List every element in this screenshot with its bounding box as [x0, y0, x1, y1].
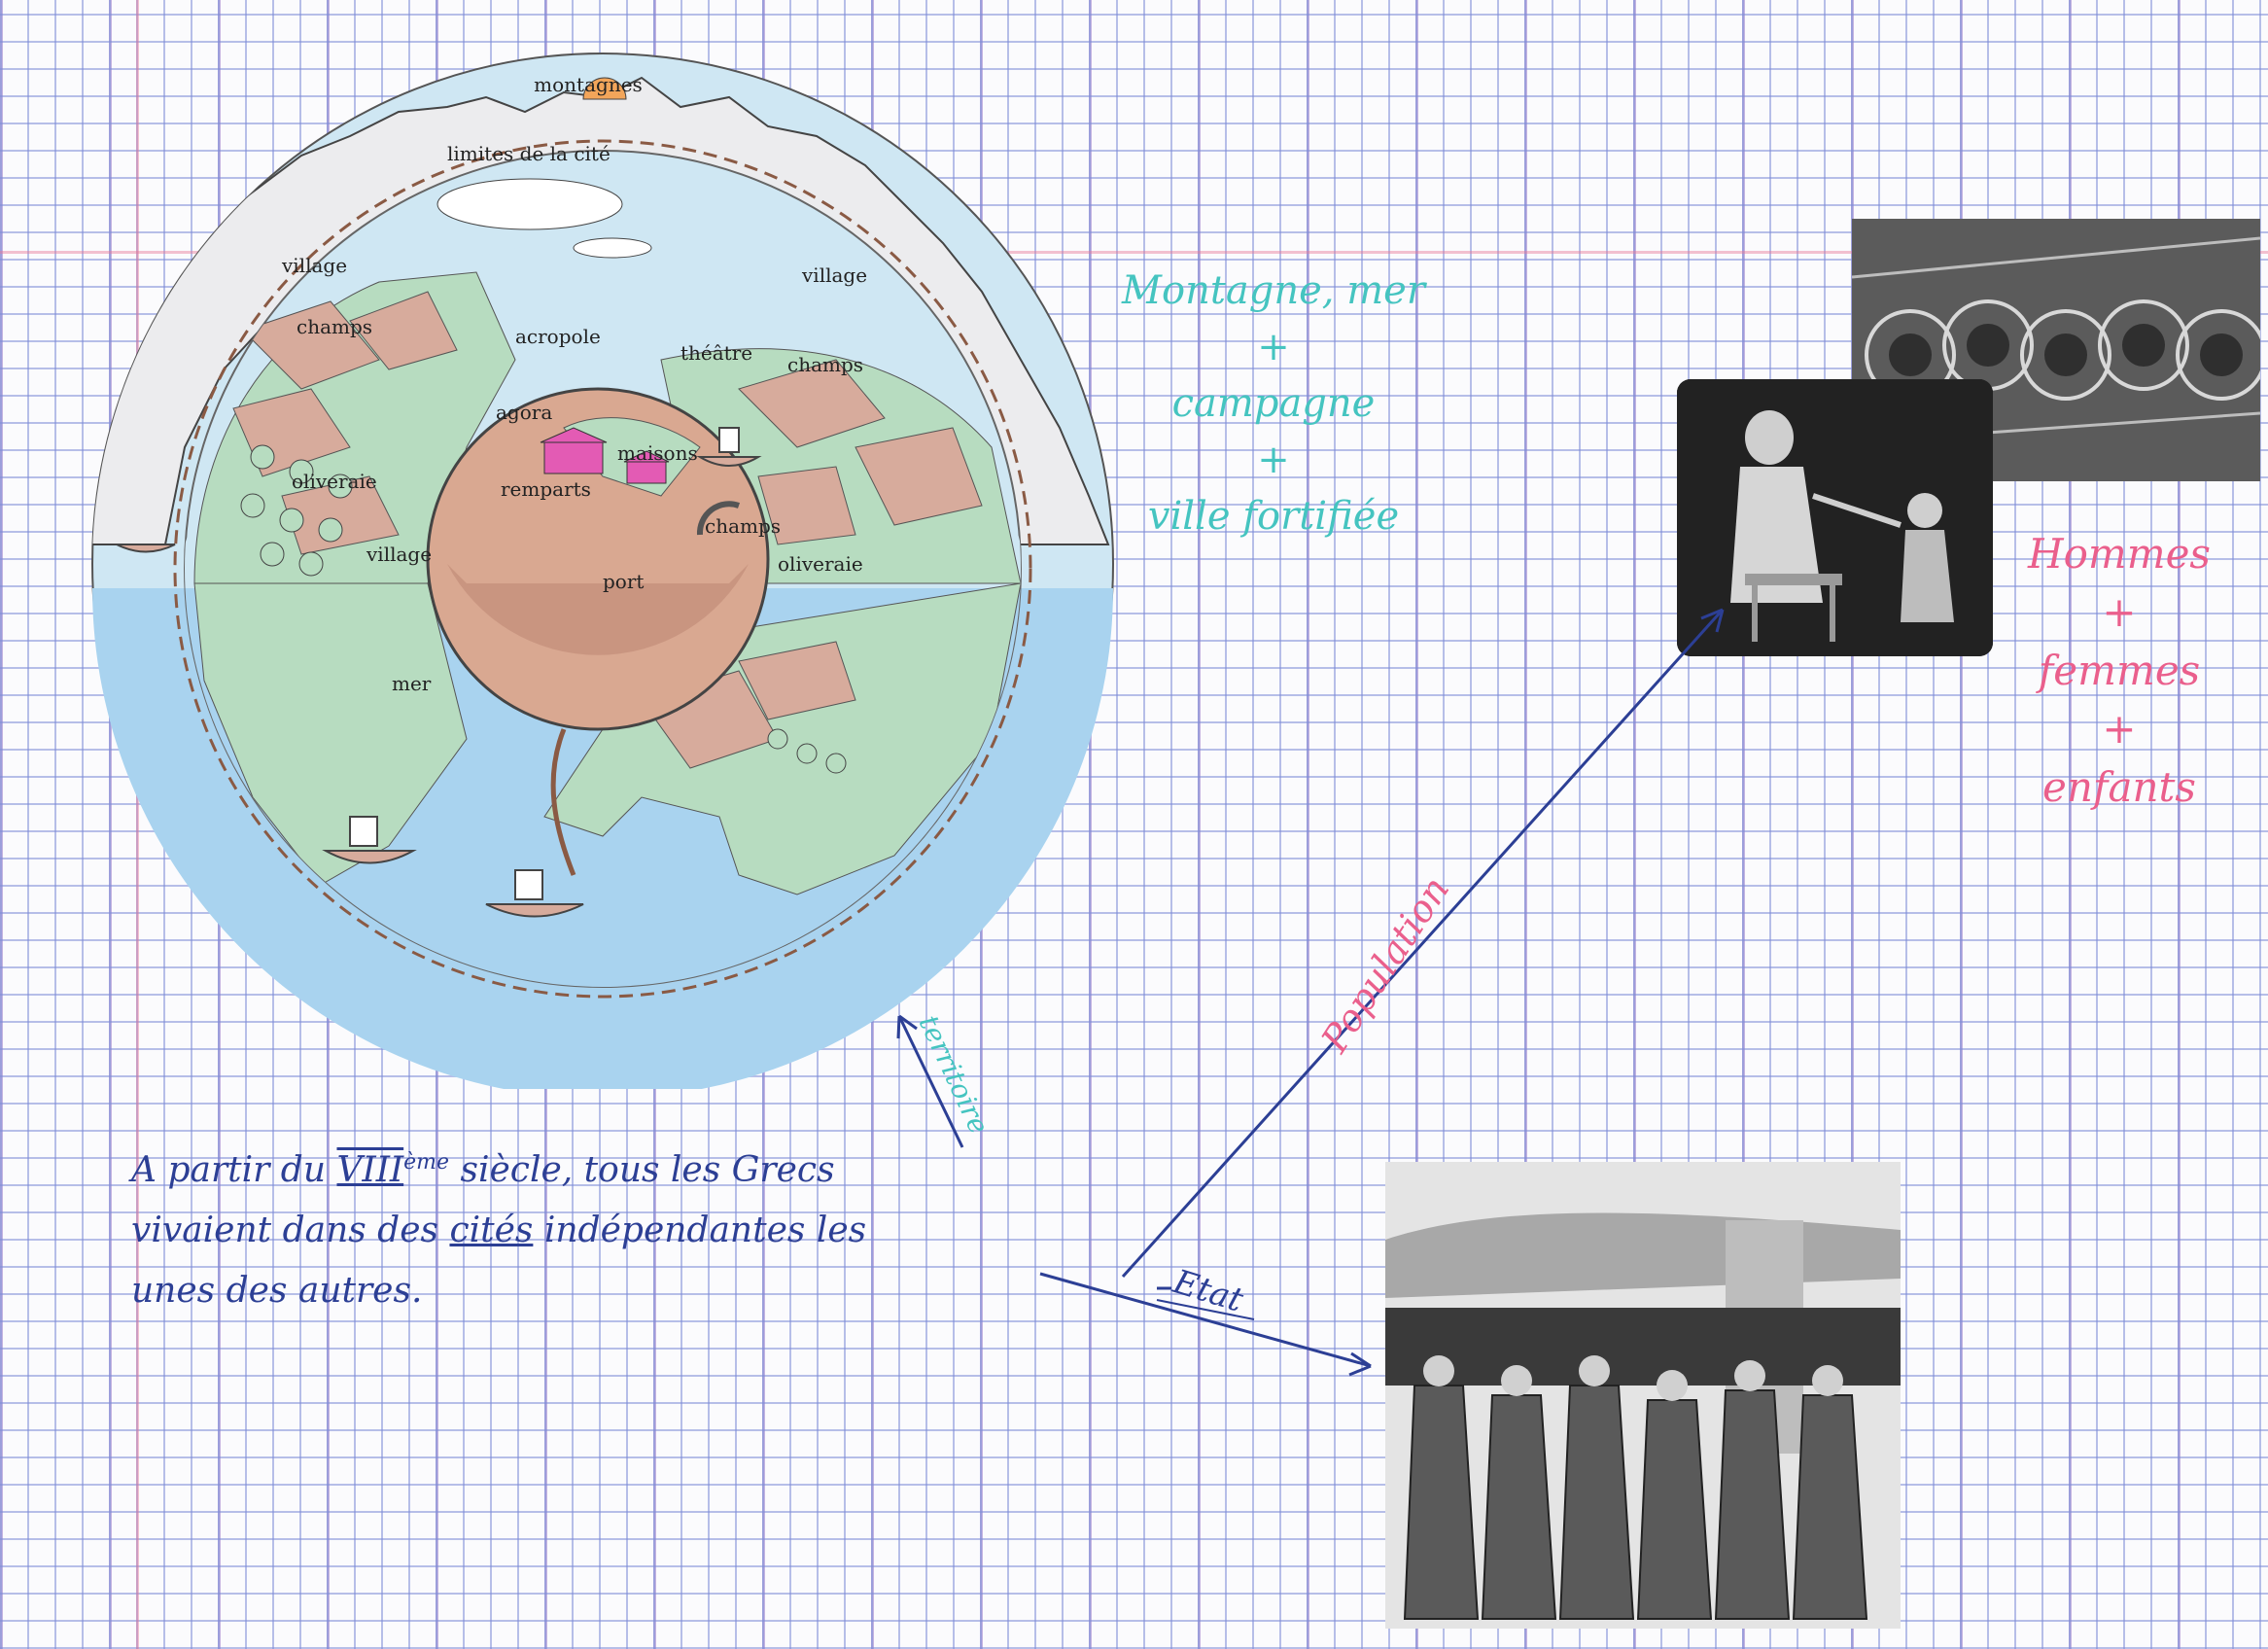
arrow-etat: [1039, 1272, 1372, 1368]
label-theatre: théâtre: [680, 341, 752, 365]
century-numeral: VIII: [336, 1150, 404, 1190]
label-etat: Etat: [1168, 1262, 1247, 1320]
lesson-text: A partir du VIIIème siècle, tous les Gre…: [131, 1133, 1084, 1321]
lesson-line-1-end: siècle, tous les Grecs: [460, 1150, 835, 1190]
label-village-left: village: [281, 254, 347, 277]
etat-underline: [1156, 1299, 1255, 1320]
note-population-plus2: +: [2102, 705, 2137, 753]
lesson-line-1-start: A partir du: [131, 1150, 327, 1190]
label-village-bottom: village: [366, 543, 432, 566]
photo-assembly: [1385, 1162, 1901, 1629]
label-maisons: maisons: [617, 441, 698, 465]
label-port: port: [603, 570, 644, 593]
note-population: Hommes + femmes + enfants: [2003, 525, 2236, 817]
photo-woman-child: [1677, 379, 1993, 656]
note-geography-line1: Montagne, mer: [1122, 268, 1425, 313]
label-agora: agora: [496, 401, 552, 424]
note-geography-plus2: +: [1257, 438, 1290, 482]
note-population-line1: Hommes: [2028, 530, 2211, 578]
lesson-line-3: unes des autres.: [131, 1271, 423, 1311]
note-population-plus1: +: [2102, 588, 2137, 636]
note-geography-line3: ville fortifiée: [1147, 494, 1400, 539]
note-geography-plus1: +: [1257, 325, 1290, 369]
label-champs-bottom: champs: [705, 514, 781, 538]
assembly-image: [1385, 1162, 1901, 1629]
greek-city-map: montagnes limites de la cité village vil…: [91, 53, 1114, 1089]
label-oliveraie-left: oliveraie: [292, 470, 377, 493]
woman-child-image: [1677, 379, 1993, 656]
note-geography: Montagne, mer + campagne + ville fortifi…: [1079, 263, 1468, 544]
label-mer: mer: [392, 672, 432, 695]
label-limites: limites de la cité: [447, 142, 611, 165]
label-acropole: acropole: [515, 325, 601, 348]
label-oliveraie-right: oliveraie: [778, 552, 863, 576]
label-village-right: village: [801, 263, 867, 287]
lesson-line-2-end: indépendantes les: [543, 1210, 867, 1250]
acropolis-temple: [543, 441, 604, 474]
note-population-line3: enfants: [2042, 763, 2196, 811]
label-montagnes: montagnes: [534, 73, 643, 96]
label-remparts: remparts: [501, 477, 591, 501]
note-geography-line2: campagne: [1171, 381, 1376, 426]
note-population-line2: femmes: [2038, 647, 2201, 694]
lesson-line-2-start: vivaient dans des: [131, 1210, 439, 1250]
label-champs-right: champs: [787, 353, 863, 376]
label-champs-left: champs: [297, 315, 372, 338]
label-population: Population: [1312, 869, 1457, 1061]
keyword-cites: cités: [449, 1210, 534, 1250]
lesson-line-1: A partir du VIIIème siècle, tous les Gre…: [131, 1133, 1084, 1201]
lesson-line-2: vivaient dans des cités indépendantes le…: [131, 1201, 1084, 1261]
century-suffix: ème: [403, 1150, 450, 1175]
cloud-icon: [436, 178, 623, 230]
